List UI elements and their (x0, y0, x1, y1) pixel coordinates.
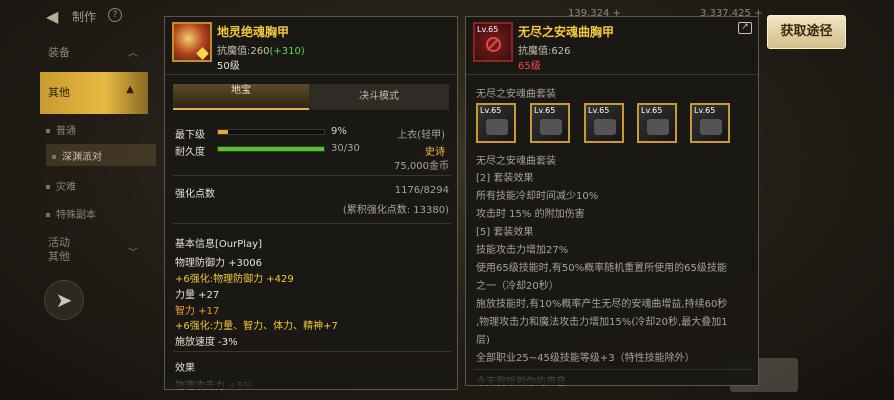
item-slot-type: 上衣(轻甲) (397, 130, 445, 141)
mode-tabs: 地宝 决斗模式 (173, 84, 449, 110)
set-line: [2] 套装效果 (476, 173, 534, 184)
set-line: 攻击时 15% 的附加伤害 (476, 209, 585, 220)
set-line: [5] 套装效果 (476, 227, 534, 238)
item-tooltip-right: Lv.65 无尽之安魂曲胸甲 抗魔值:626 65级 ↗ 无尽之安魂曲套装 Lv… (465, 16, 759, 388)
bullet-icon (46, 185, 50, 189)
reinforce-value: 1176/8294 (394, 185, 449, 196)
item-name: 地灵绝魂胸甲 (217, 25, 290, 39)
set-line: 全部职业25~45级技能等级+3（特性技能除外） (476, 353, 695, 364)
set-line: 之一（冷却20秒） (476, 281, 559, 292)
divider (173, 175, 451, 176)
icon-level: Lv.65 (477, 25, 499, 34)
set-line: 层) (476, 335, 490, 346)
set-line: 无尽之安魂曲套装 (476, 156, 556, 167)
grade-value: 9% (331, 126, 347, 137)
durability-row: 耐久度 30/30 史诗 (175, 143, 451, 158)
prohibited-icon (486, 37, 501, 52)
resist-value: 抗魔值:626 (518, 46, 571, 57)
item-price: 75,000金币 (394, 161, 449, 172)
chest-armor-locked-icon: Lv.65 (473, 22, 513, 62)
gem-icon (196, 47, 209, 60)
bullet-icon (52, 155, 56, 159)
durability-value: 30/30 (331, 143, 360, 154)
grade-row: 最下级 9% 上衣(轻甲) (175, 126, 451, 141)
tooltip-header: 地灵绝魂胸甲 抗魔值:260(+310) 50级 (165, 17, 457, 75)
chevron-down-icon: ﹀ (128, 248, 138, 259)
obtain-route-button[interactable]: 获取途径 (767, 15, 846, 49)
chevron-up-icon: ︿ (128, 48, 138, 59)
set-line: 施放技能时,有10%概率产生无尽的安魂曲增益,持续60秒 (476, 299, 728, 310)
set-item-icon[interactable]: Lv.65 (637, 103, 677, 143)
sidebar-item-abyss[interactable]: 深渊派对 (46, 144, 156, 166)
sidebar-item-misc[interactable]: 其他 (48, 248, 158, 264)
set-item-icon[interactable]: Lv.65 (690, 103, 730, 143)
basic-line: 智力 +17 (175, 306, 220, 317)
side-menu: 装备 其他 ▲ 普通 深渊派对 灾难 特殊副本 活动 其他 (0, 32, 156, 400)
grade-bar (217, 129, 325, 135)
sidebar-item-special-dungeon[interactable]: 特殊副本 (46, 206, 156, 221)
item-name: 无尽之安魂曲胸甲 (518, 25, 615, 39)
set-line: ,物理攻击力和魔法攻击力增加15%(冷却20秒,最大叠加1 (476, 317, 728, 328)
basic-line: 物理防御力 +3006 (175, 258, 263, 269)
bullet-icon (46, 213, 50, 217)
help-icon[interactable]: ? (108, 8, 122, 22)
set-line: 技能攻击力增加27% (476, 245, 569, 256)
share-icon[interactable]: ↗ (738, 22, 752, 34)
tooltip-header: Lv.65 无尽之安魂曲胸甲 抗魔值:626 65级 ↗ (466, 17, 758, 75)
divider (173, 223, 451, 224)
basic-info-title: 基本信息[OurPlay] (175, 239, 262, 250)
page-title: 制作 (72, 10, 97, 24)
item-tooltip-left: 地灵绝魂胸甲 抗魔值:260(+310) 50级 地宝 决斗模式 最下级 9% … (164, 16, 458, 392)
set-line: 所有技能冷却时间减少10% (476, 191, 599, 202)
set-item-icon[interactable]: Lv.65 (530, 103, 570, 143)
grade-label: 最下级 (175, 130, 205, 141)
item-level: 65级 (518, 61, 541, 72)
basic-line: 力量 +27 (175, 290, 220, 301)
send-icon[interactable]: ➤ (44, 280, 84, 320)
reinforce-label: 强化点数 (175, 189, 215, 200)
chest-armor-icon (172, 22, 212, 62)
grade-bar-fill (218, 130, 228, 134)
basic-line: 施放速度 -3% (175, 337, 238, 348)
scroll-fade (165, 371, 457, 389)
scroll-fade (466, 367, 758, 385)
sidebar-item-disaster[interactable]: 灾难 (46, 178, 156, 193)
resist-value: 抗魔值:260(+310) (217, 46, 305, 57)
bullet-icon (46, 129, 50, 133)
durability-bar (217, 146, 325, 152)
sidebar-item-normal[interactable]: 普通 (46, 122, 156, 137)
chevron-up-icon: ▲ (126, 84, 134, 95)
set-item-icon[interactable]: Lv.65 (476, 103, 516, 143)
set-line: 使用65级技能时,有50%概率随机重置所使用的65级技能 (476, 263, 727, 274)
item-rarity: 史诗 (425, 147, 445, 158)
sidebar-item-equipment[interactable]: 装备 (48, 44, 158, 60)
reinforce-accumulated: (累积强化点数: 13380) (342, 205, 449, 216)
tab-duel-mode[interactable]: 决斗模式 (309, 84, 449, 110)
set-item-icon[interactable]: Lv.65 (584, 103, 624, 143)
divider (173, 351, 451, 352)
back-arrow-icon[interactable]: ◀ (46, 7, 58, 26)
basic-line: +6强化:物理防御力 +429 (175, 274, 294, 285)
item-level: 50级 (217, 61, 240, 72)
durability-bar-fill (218, 147, 324, 151)
durability-label: 耐久度 (175, 147, 205, 158)
basic-line: +6强化:力量、智力、体力、精神+7 (175, 321, 338, 332)
set-title: 无尽之安魂曲套装 (476, 89, 556, 100)
sidebar-item-other[interactable]: 其他 ▲ (40, 72, 148, 114)
tab-dungeon[interactable]: 地宝 (173, 84, 309, 110)
